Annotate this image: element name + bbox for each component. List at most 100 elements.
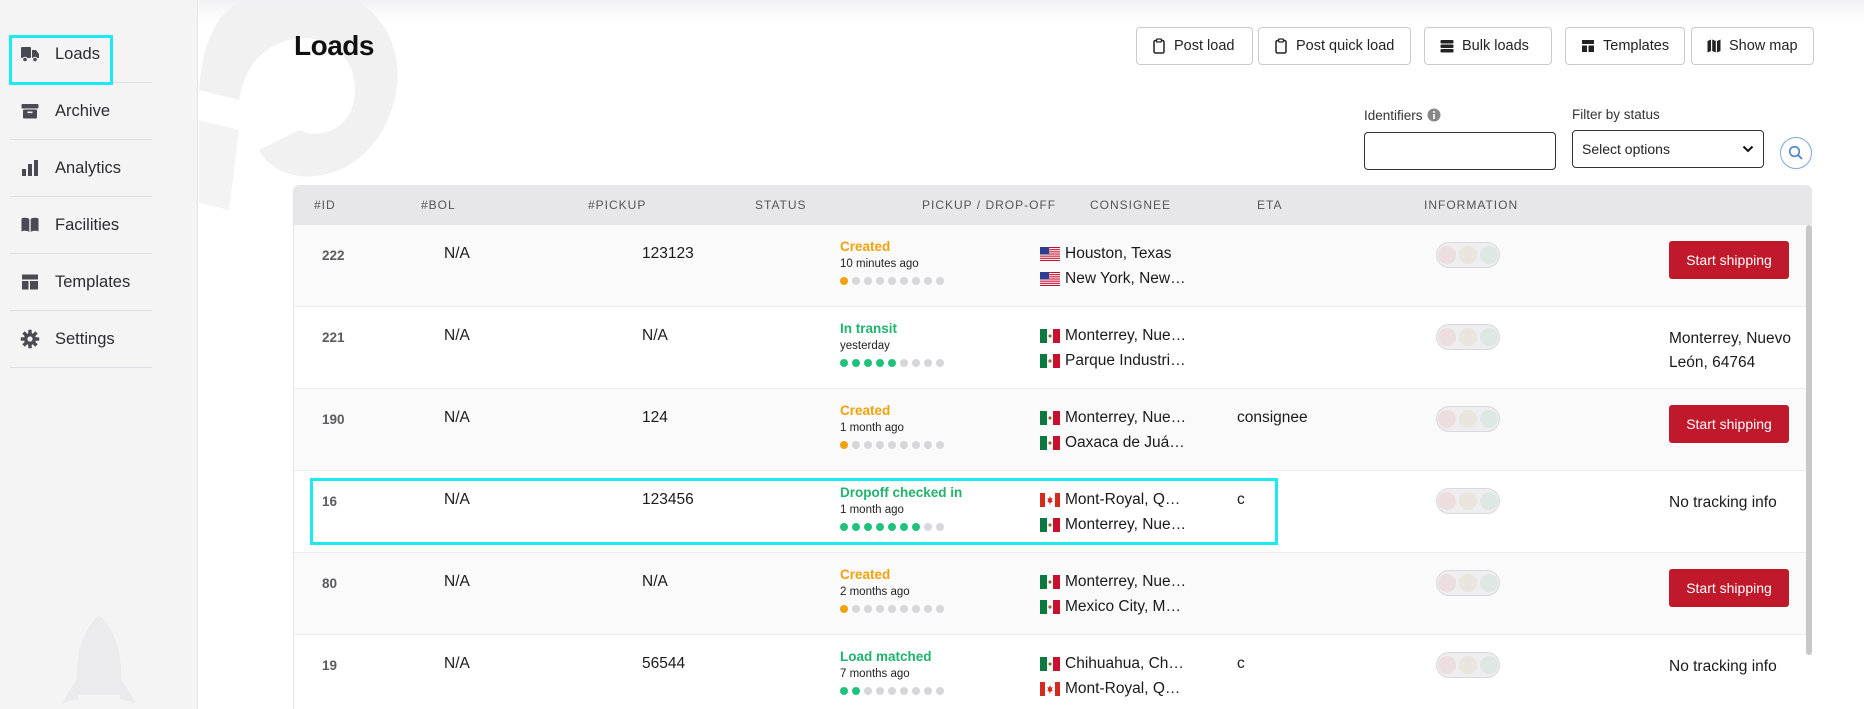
identifiers-label: Identifiers (1364, 108, 1441, 123)
sidebar-item-templates[interactable]: Templates (10, 254, 152, 311)
post-load-label: Post load (1174, 38, 1235, 54)
column-header: STATUS (755, 198, 807, 212)
progress-dot (864, 441, 872, 449)
rocket-watermark-icon (62, 615, 136, 703)
progress-dot (912, 605, 920, 613)
status-select-value: Select options (1582, 141, 1670, 157)
info-cell: No tracking info (1669, 658, 1777, 675)
post-quick-load-button[interactable]: Post quick load (1258, 27, 1411, 65)
info-icon[interactable] (1427, 108, 1441, 122)
loads-table: #ID #BOL #PICKUP STATUS PICKUP / DROP-OFF CON… (293, 185, 1812, 709)
eta-dot-icon (1438, 328, 1456, 346)
load-id[interactable]: 19 (322, 658, 337, 673)
dropoff-location: Monterrey, Nue… (1040, 515, 1196, 535)
progress-dot (888, 605, 896, 613)
pickup-location: Houston, Texas (1040, 244, 1196, 264)
post-load-button[interactable]: Post load (1136, 27, 1253, 65)
consignee-value: c (1237, 655, 1245, 672)
search-button[interactable] (1780, 137, 1812, 169)
table-row[interactable]: 16 N/A 123456 Dropoff checked in 1 month ago… (294, 471, 1812, 553)
progress-dot (840, 687, 848, 695)
progress-dot (876, 441, 884, 449)
sidebar-item-loads[interactable]: Loads (9, 26, 152, 85)
search-icon (1788, 145, 1804, 161)
pickup-dropoff-cell: Monterrey, Nue… Parque Industri… (1040, 326, 1196, 376)
archive-box-icon (19, 100, 41, 122)
column-header: INFORMATION (1424, 198, 1519, 212)
show-map-button[interactable]: Show map (1691, 27, 1814, 65)
dropoff-location-text: Mexico City, M… (1065, 598, 1181, 615)
info-cell: No tracking info (1669, 494, 1777, 511)
sidebar-item-archive[interactable]: Archive (10, 83, 152, 140)
start-shipping-button[interactable]: Start shipping (1669, 569, 1789, 607)
template-layout-icon (1580, 38, 1596, 54)
sidebar: Loads Archive Analytics Facilities Templates… (0, 0, 198, 709)
status-text: Created (840, 403, 891, 418)
table-row[interactable]: 190 N/A 124 Created 1 month ago Monterrey, Nu… (294, 389, 1812, 471)
sidebar-item-facilities[interactable]: Facilities (10, 197, 152, 254)
pickup-location-text: Monterrey, Nue… (1065, 327, 1187, 344)
eta-indicator (1436, 324, 1500, 350)
sidebar-item-label: Templates (55, 272, 131, 291)
dropoff-location: Oaxaca de Juá… (1040, 433, 1196, 453)
pickup-dropoff-cell: Mont-Royal, Q… Monterrey, Nue… (1040, 490, 1196, 540)
pickup-number: N/A (642, 327, 668, 344)
table-row[interactable]: 221 N/A N/A In transit yesterday Monterrey, N… (294, 307, 1812, 389)
top-shade (199, 0, 1864, 22)
progress-dot (840, 523, 848, 531)
status-cell: Load matched 7 months ago (840, 649, 944, 695)
progress-dot (900, 359, 908, 367)
status-cell: Created 1 month ago (840, 403, 944, 449)
identifiers-input[interactable] (1364, 132, 1556, 170)
table-row[interactable]: 222 N/A 123123 Created 10 minutes ago Houston… (294, 225, 1812, 307)
dropoff-location: Mexico City, M… (1040, 597, 1196, 617)
table-row[interactable]: 80 N/A N/A Created 2 months ago Monterrey, Nu… (294, 553, 1812, 635)
eta-dot-icon (1438, 410, 1456, 428)
sidebar-item-settings[interactable]: Settings (10, 311, 152, 368)
progress-dot (912, 523, 920, 531)
bol-value: N/A (444, 655, 470, 672)
status-text: Created (840, 567, 891, 582)
status-progress (840, 359, 944, 367)
bol-value: N/A (444, 245, 470, 262)
load-id[interactable]: 221 (322, 330, 345, 345)
load-id[interactable]: 190 (322, 412, 345, 427)
mx-flag-icon (1040, 411, 1060, 425)
load-id[interactable]: 222 (322, 248, 345, 263)
progress-dot (900, 687, 908, 695)
table-scrollbar[interactable] (1806, 225, 1812, 655)
template-layout-icon (19, 271, 41, 293)
start-shipping-button[interactable]: Start shipping (1669, 241, 1789, 279)
progress-dot (936, 277, 944, 285)
status-progress (840, 523, 962, 531)
eta-dot-icon (1480, 246, 1498, 264)
eta-dot-icon (1459, 492, 1477, 510)
table-header: #ID #BOL #PICKUP STATUS PICKUP / DROP-OFF CON… (294, 185, 1812, 225)
start-shipping-button[interactable]: Start shipping (1669, 405, 1789, 443)
progress-dot (912, 277, 920, 285)
gear-icon (19, 328, 41, 350)
mx-flag-icon (1040, 329, 1060, 343)
eta-indicator (1436, 242, 1500, 268)
eta-dot-icon (1459, 656, 1477, 674)
progress-dot (912, 359, 920, 367)
status-select[interactable]: Select options (1572, 130, 1764, 168)
eta-dot-icon (1459, 328, 1477, 346)
load-id[interactable]: 16 (322, 494, 337, 509)
clipboard-icon (1151, 38, 1167, 54)
eta-dot-icon (1459, 574, 1477, 592)
eta-dot-icon (1480, 410, 1498, 428)
progress-dot (900, 441, 908, 449)
sidebar-item-analytics[interactable]: Analytics (10, 140, 152, 197)
load-id[interactable]: 80 (322, 576, 337, 591)
pickup-number: N/A (642, 573, 668, 590)
status-progress (840, 441, 944, 449)
info-cell: Start shipping (1669, 405, 1789, 443)
templates-label: Templates (1603, 38, 1670, 54)
bulk-loads-button[interactable]: Bulk loads (1424, 27, 1552, 65)
templates-button[interactable]: Templates (1565, 27, 1685, 65)
progress-dot (840, 605, 848, 613)
table-row[interactable]: 19 N/A 56544 Load matched 7 months ago Chihua… (294, 635, 1812, 709)
progress-dot (852, 277, 860, 285)
progress-dot (840, 359, 848, 367)
